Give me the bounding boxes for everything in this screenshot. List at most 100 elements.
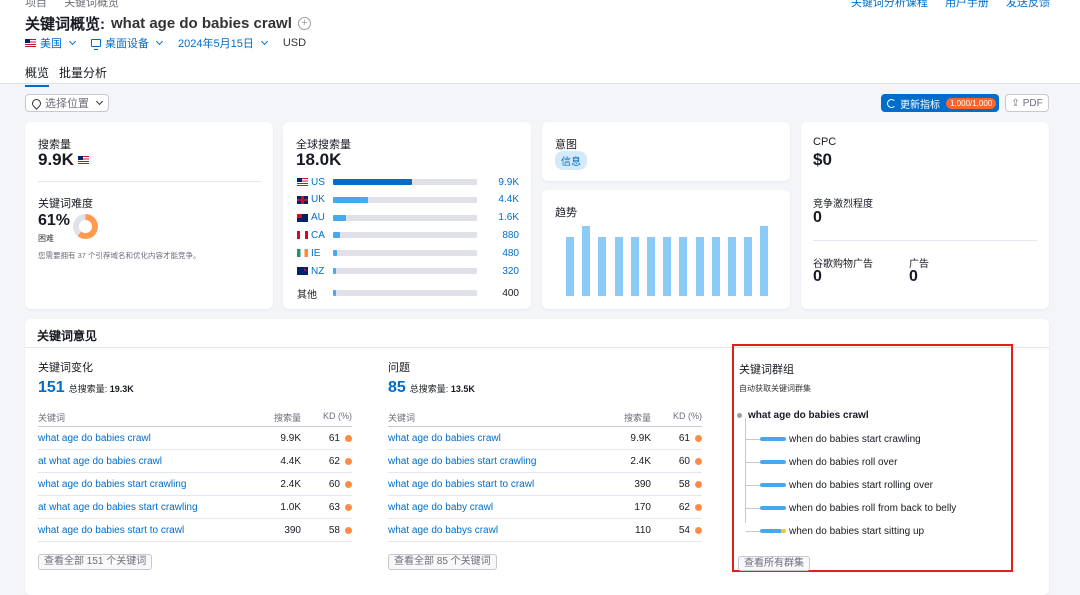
country-row[interactable]: CA 880: [297, 227, 519, 243]
keyword-link[interactable]: at what age do babies crawl: [38, 456, 162, 467]
location-select[interactable]: 选择位置: [25, 94, 109, 112]
trend-bar: [711, 237, 720, 296]
questions-table-row: what age do baby crawl 170 62: [388, 496, 702, 519]
breadcrumb-item-projects[interactable]: 项目: [25, 0, 47, 9]
country-row[interactable]: IE 480: [297, 245, 519, 261]
feedback-link[interactable]: 发送反馈: [1006, 0, 1050, 9]
keyword-volume: 390: [634, 479, 651, 490]
col-volume: 搜索量: [623, 413, 651, 423]
col-kd: KD (%): [673, 411, 702, 421]
us-flag-icon: [77, 156, 89, 164]
cluster-root-dot: [737, 413, 742, 418]
variations-total-label: 总搜索量:: [68, 384, 108, 394]
country-other-label: 其他: [297, 289, 317, 301]
difficulty-note: 您需要拥有 37 个引荐域名和优化内容才能竞争。: [38, 251, 201, 260]
date-select[interactable]: 2024年5月15日: [178, 35, 268, 51]
country-bar: [333, 196, 368, 203]
cluster-item[interactable]: when do babies start sitting up: [746, 525, 924, 537]
us-flag-icon: [297, 178, 308, 186]
view-all-clusters-button[interactable]: 查看所有群集: [738, 556, 810, 571]
keyword-link[interactable]: what age do babies start to crawl: [388, 479, 534, 490]
keyword-kd: 63: [328, 502, 340, 513]
keyword-link[interactable]: what age do babys crawl: [388, 525, 498, 536]
country-row[interactable]: US 9.9K: [297, 174, 519, 190]
pdf-export-button[interactable]: ⇪ PDF: [1005, 94, 1049, 112]
cluster-item[interactable]: when do babies roll from back to belly: [746, 502, 956, 514]
us-flag-icon: [25, 39, 36, 47]
country-code: CA: [311, 229, 325, 241]
variations-table-row: at what age do babies start crawling 1.0K…: [38, 496, 352, 519]
refresh-metrics-button[interactable]: 更新指标 1,000/1,000: [881, 94, 999, 112]
chevron-down-icon: [155, 37, 164, 46]
col-keyword: 关键词: [38, 413, 66, 423]
keyword-link[interactable]: what age do babies start to crawl: [38, 525, 184, 536]
country-bar-other: [333, 290, 337, 296]
keyword-link[interactable]: what age do babies start crawling: [38, 479, 186, 490]
intent-badge: 信息: [555, 151, 587, 170]
kd-dot-icon: [695, 527, 702, 534]
keyword-kd: 60: [328, 479, 340, 490]
trend-bar: [744, 237, 753, 296]
questions-count[interactable]: 85: [388, 379, 406, 397]
keyword-kd: 61: [328, 433, 340, 444]
intent-card: 意图 信息: [542, 122, 790, 181]
variations-count[interactable]: 151: [38, 379, 65, 397]
kd-dot-icon: [345, 481, 352, 488]
cluster-item-label: when do babies start sitting up: [789, 525, 925, 537]
country-code: AU: [311, 212, 325, 224]
trend-bar: [566, 237, 574, 296]
trend-bar: [647, 237, 655, 296]
currency-label: USD: [282, 37, 307, 49]
country-code: UK: [311, 194, 325, 206]
cluster-item[interactable]: when do babies roll over: [746, 456, 897, 468]
keyword-link[interactable]: what age do babies crawl: [388, 433, 501, 444]
country-label: 美国: [40, 38, 62, 50]
difficulty-level: 困难: [38, 234, 54, 243]
country-bar: [333, 179, 413, 185]
questions-section: 问题 85 总搜索量: 13.5K 关键词 搜索量 KD (%) what ag…: [388, 359, 702, 570]
country-code: IE: [311, 247, 321, 259]
keyword-link[interactable]: what age do babies crawl: [38, 433, 151, 444]
country-row[interactable]: UK 4.4K: [297, 192, 519, 208]
keyword-volume: 4.4K: [280, 456, 301, 467]
country-bar: [333, 250, 337, 257]
country-row-other: 其他 400: [297, 285, 519, 301]
country-value: 480: [502, 247, 519, 259]
competition-label: 竞争激烈程度: [813, 199, 873, 210]
country-row[interactable]: AU 1.6K: [297, 210, 519, 226]
global-volume-value: 18.0K: [296, 150, 342, 169]
view-all-questions-button[interactable]: 查看全部 85 个关键词: [388, 554, 497, 570]
tab-batch-analysis[interactable]: 批量分析: [59, 64, 107, 87]
difficulty-value: 61%: [38, 212, 71, 229]
clusters-title: 关键词群组: [739, 364, 794, 376]
course-link[interactable]: 关键词分析课程: [851, 0, 928, 9]
questions-table-row: what age do babies start to crawl 390 58: [388, 473, 702, 496]
device-select[interactable]: 桌面设备: [91, 35, 164, 51]
keyword-link[interactable]: what age do baby crawl: [388, 502, 493, 513]
cluster-item[interactable]: when do babies start rolling over: [746, 479, 933, 491]
top-actions: 关键词分析课程 用户手册 发送反馈: [837, 0, 1050, 10]
keyword-link[interactable]: what age do babies start crawling: [388, 456, 536, 467]
country-bar: [333, 268, 336, 274]
country-row[interactable]: NZ 320: [297, 263, 519, 279]
breadcrumb-item-overview[interactable]: 关键词概览: [64, 0, 119, 9]
manual-link[interactable]: 用户手册: [945, 0, 989, 9]
variations-table-row: what age do babies start to crawl 390 58: [38, 519, 352, 542]
trend-bar: [728, 237, 736, 296]
view-all-variations-button[interactable]: 查看全部 151 个关键词: [38, 554, 153, 570]
refresh-icon: [887, 98, 896, 108]
variations-table-row: at what age do babies crawl 4.4K 62: [38, 450, 352, 473]
cluster-item[interactable]: when do babies start crawling: [746, 433, 921, 445]
country-select[interactable]: 美国: [25, 35, 77, 51]
global-volume-card: 全球搜索量 18.0K US 9.9K UK 4.4K AU 1.6K CA 880 IE 480…: [283, 122, 531, 309]
add-keyword-icon[interactable]: +: [297, 17, 311, 30]
cpc-label: CPC: [813, 136, 837, 148]
trend-bar: [582, 226, 591, 296]
tab-overview[interactable]: 概览: [25, 64, 50, 87]
keyword-volume: 9.9K: [630, 433, 651, 444]
keyword-link[interactable]: at what age do babies start crawling: [38, 502, 198, 513]
uk-flag-icon: [297, 195, 308, 204]
cluster-item-label: when do babies start crawling: [789, 433, 921, 445]
chevron-down-icon: [95, 97, 104, 106]
country-value: 320: [502, 265, 519, 277]
